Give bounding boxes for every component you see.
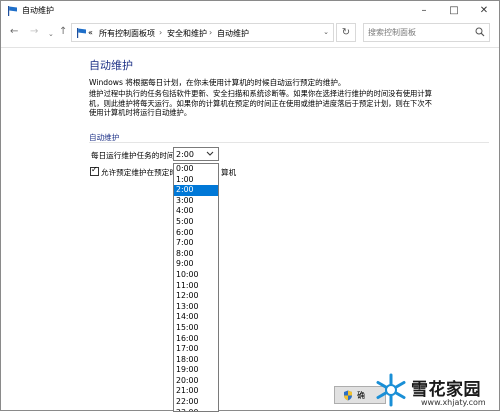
time-option[interactable]: 6:00 (174, 228, 218, 239)
close-button[interactable]: ✕ (469, 1, 499, 20)
time-option[interactable]: 16:00 (174, 334, 218, 345)
forward-button[interactable]: → (30, 26, 38, 38)
time-option[interactable]: 15:00 (174, 323, 218, 334)
time-option[interactable]: 7:00 (174, 238, 218, 249)
breadcrumb-auto-maintenance[interactable]: 自动维护 (217, 28, 249, 39)
section-divider (89, 142, 489, 143)
time-option[interactable]: 9:00 (174, 259, 218, 270)
time-option[interactable]: 0:00 (174, 164, 218, 175)
time-option[interactable]: 14:00 (174, 312, 218, 323)
time-option[interactable]: 21:00 (174, 386, 218, 397)
time-option[interactable]: 5:00 (174, 217, 218, 228)
recent-locations-dropdown[interactable]: ⌄ (48, 28, 54, 40)
chevron-down-icon (206, 151, 214, 156)
allow-wake-label-end[interactable]: 算机 (221, 167, 236, 178)
breadcrumb-all-items[interactable]: 所有控制面板项 (99, 28, 155, 39)
time-option[interactable]: 17:00 (174, 344, 218, 355)
page-title: 自动维护 (89, 59, 133, 72)
watermark: 雪花家园 www.xhjaty.com (373, 370, 500, 412)
control-panel-flag-icon (77, 28, 86, 38)
breadcrumb-separator: › (159, 28, 163, 37)
back-button[interactable]: ← (10, 26, 18, 38)
time-option[interactable]: 20:00 (174, 376, 218, 387)
checkmark-icon: ✓ (91, 165, 98, 174)
time-option[interactable]: 3:00 (174, 196, 218, 207)
window-title: 自动维护 (22, 6, 54, 15)
time-option[interactable]: 4:00 (174, 206, 218, 217)
refresh-button[interactable]: ↻ (336, 23, 356, 42)
breadcrumb-separator: › (209, 28, 213, 37)
maintenance-time-select[interactable]: 2:00 (173, 147, 219, 161)
time-option[interactable]: 8:00 (174, 249, 218, 260)
navigation-bar: ← → ⌄ ↑ « 所有控制面板项 › 安全和维护 › 自动维护 ⌄ ↻ (1, 21, 499, 45)
search-input[interactable] (368, 27, 468, 38)
ok-button-label: 确 (357, 391, 365, 400)
time-option[interactable]: 18:00 (174, 355, 218, 366)
time-option[interactable]: 10:00 (174, 270, 218, 281)
time-option[interactable]: 2:00 (174, 185, 218, 196)
time-option[interactable]: 11:00 (174, 281, 218, 292)
selected-time-value: 2:00 (176, 150, 194, 159)
watermark-url: www.xhjaty.com (421, 398, 486, 407)
time-option[interactable]: 12:00 (174, 291, 218, 302)
time-option[interactable]: 19:00 (174, 365, 218, 376)
time-option[interactable]: 23:00 (174, 408, 218, 411)
time-option[interactable]: 13:00 (174, 302, 218, 313)
time-option[interactable]: 22:00 (174, 397, 218, 408)
search-icon[interactable] (475, 27, 485, 37)
intro-text: Windows 将根据每日计划，在你未使用计算机的时候自动运行预定的维护。 (89, 78, 346, 87)
watermark-brand: 雪花家园 (411, 380, 481, 400)
breadcrumb-security-maintenance[interactable]: 安全和维护 (167, 28, 207, 39)
control-panel-flag-icon (8, 6, 17, 16)
uac-shield-icon (344, 390, 352, 401)
description-line: 使用计算机时将运行自动维护。 (89, 108, 192, 117)
maintenance-time-label: 每日运行维护任务的时间 (91, 151, 175, 160)
time-option[interactable]: 1:00 (174, 175, 218, 186)
address-dropdown-icon[interactable]: ⌄ (323, 28, 329, 36)
time-dropdown-list[interactable]: 0:00 1:00 2:00 3:00 4:00 5:00 6:00 7:00 8:00 9:00… (173, 163, 219, 412)
title-bar: 自动维护 – □ ✕ (1, 1, 499, 20)
maximize-button[interactable]: □ (439, 1, 469, 20)
description-line: 维护过程中执行的任务包括软件更新、安全扫描和系统诊断等。如果你在选择进行维护的时… (89, 89, 432, 98)
address-bar[interactable]: « 所有控制面板项 › 安全和维护 › 自动维护 ⌄ (71, 23, 334, 42)
control-panel-window: 自动维护 – □ ✕ ← → ⌄ ↑ « 所有控制面板项 › 安全和维护 › 自… (0, 0, 500, 412)
breadcrumb-overflow[interactable]: « (88, 28, 93, 37)
up-button[interactable]: ↑ (59, 26, 67, 38)
allow-wake-checkbox[interactable]: ✓ (90, 165, 99, 176)
allow-wake-label[interactable]: 允许预定维护在预定时 (101, 167, 177, 178)
main-content: 自动维护 Windows 将根据每日计划，在你未使用计算机的时候自动运行预定的维… (1, 48, 499, 410)
minimize-button[interactable]: – (409, 1, 439, 20)
search-box[interactable] (363, 23, 490, 42)
snowflake-logo-icon (376, 373, 406, 407)
